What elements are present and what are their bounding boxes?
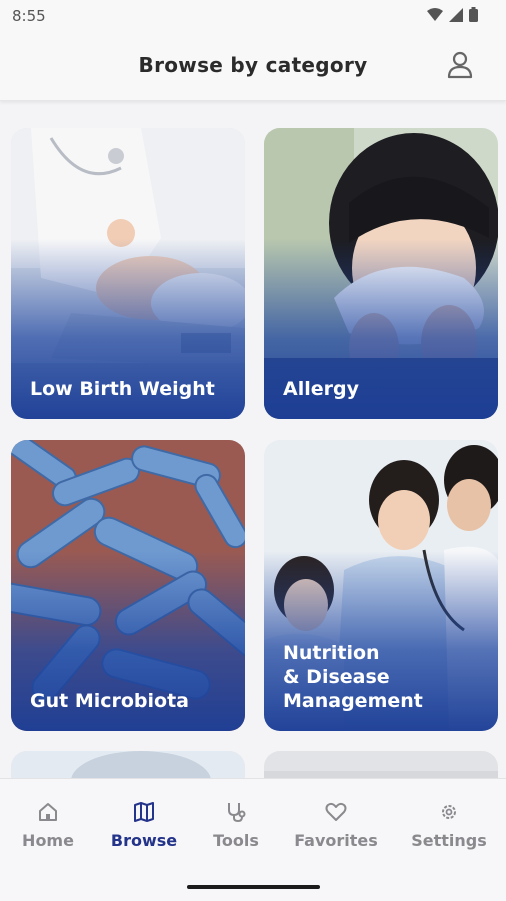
- page-title: Browse by category: [138, 53, 368, 77]
- status-time: 8:55: [12, 7, 46, 25]
- gear-icon: [442, 805, 456, 819]
- category-card-allergy[interactable]: Allergy: [264, 128, 498, 419]
- bottom-navigation: Home Browse Tools Favorites Settings: [0, 778, 506, 901]
- wifi-icon: [427, 7, 443, 21]
- profile-button[interactable]: [446, 50, 474, 80]
- signal-icon: [449, 7, 463, 22]
- category-label: Low Birth Weight: [30, 378, 215, 400]
- category-photo: [264, 751, 498, 778]
- battery-icon: [469, 7, 478, 22]
- app-header: Browse by category: [0, 32, 506, 101]
- home-icon: [39, 803, 57, 821]
- nav-label: Browse: [110, 831, 178, 850]
- category-card-gut-microbiota[interactable]: Gut Microbiota: [11, 440, 245, 731]
- home-indicator: [187, 885, 320, 889]
- category-grid: Low Birth Weight Allergy Gut Microbiota …: [0, 100, 506, 778]
- nav-tools[interactable]: Tools: [186, 801, 286, 850]
- category-photo: [11, 751, 245, 778]
- category-card-nutrition-disease-management[interactable]: Nutrition & Disease Management: [264, 440, 498, 731]
- map-icon: [134, 802, 154, 822]
- nav-settings[interactable]: Settings: [399, 801, 499, 850]
- status-icons: [427, 7, 478, 22]
- stethoscope-icon: [228, 803, 246, 823]
- category-card-low-birth-weight[interactable]: Low Birth Weight: [11, 128, 245, 419]
- category-label: Nutrition & Disease Management: [283, 642, 423, 712]
- category-label: Gut Microbiota: [30, 690, 189, 712]
- status-bar: 8:55: [0, 0, 506, 32]
- category-card-partial[interactable]: [264, 751, 498, 778]
- nav-favorites[interactable]: Favorites: [286, 801, 386, 850]
- category-label: Allergy: [283, 378, 359, 400]
- nav-label: Favorites: [294, 831, 378, 850]
- nav-home[interactable]: Home: [0, 801, 98, 850]
- nav-label: Tools: [213, 831, 259, 850]
- heart-icon: [325, 802, 347, 821]
- nav-label: Home: [22, 831, 74, 850]
- category-card-partial[interactable]: [11, 751, 245, 778]
- nav-label: Settings: [411, 831, 487, 850]
- nav-browse[interactable]: Browse: [94, 801, 194, 850]
- person-icon: [447, 51, 473, 79]
